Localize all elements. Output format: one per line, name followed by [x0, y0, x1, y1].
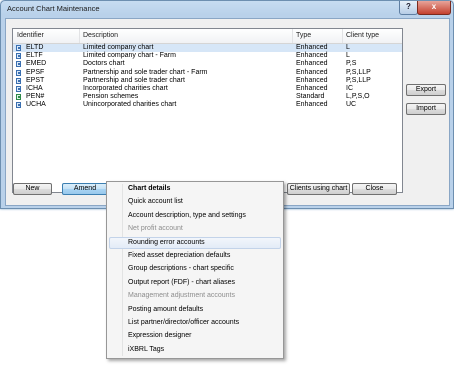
amend-button[interactable]: Amend	[62, 183, 108, 195]
menu-item-label: List partner/director/officer accounts	[128, 319, 240, 326]
menu-item[interactable]: List partner/director/officer accounts	[109, 317, 281, 329]
column-header-identifier[interactable]: Identifier	[17, 32, 44, 39]
table-row[interactable]: EPST Partnership and sole trader chart Enh…	[13, 77, 402, 85]
chart-icon	[16, 86, 21, 92]
column-header-type[interactable]: Type	[296, 32, 311, 39]
menu-item-label: Fixed asset depreciation defaults	[128, 252, 231, 259]
client-type-cell: L,P,S,O	[346, 93, 370, 101]
chart-icon	[16, 102, 21, 109]
chart-list[interactable]: Identifier Description Type Client type …	[12, 28, 403, 193]
type-cell: Enhanced	[296, 85, 328, 92]
menu-item: Management adjustment accounts	[109, 290, 281, 302]
menu-item[interactable]: Expression designer	[109, 330, 281, 342]
table-row[interactable]: EMED Doctors chart Enhanced P,S	[13, 60, 402, 68]
menu-item-label: Posting amount defaults	[128, 305, 204, 313]
client-type-cell: P,S,LLP	[346, 76, 371, 84]
menu-item-label: Management adjustment accounts	[128, 292, 236, 300]
type-cell: Enhanced	[296, 101, 328, 109]
menu-item[interactable]: Quick account list	[109, 196, 281, 208]
column-divider[interactable]	[342, 29, 343, 43]
title-bar[interactable]: Account Chart Maintenance ? x	[1, 1, 453, 17]
type-cell: Standard	[296, 93, 325, 101]
window-close-button[interactable]: x	[417, 1, 451, 15]
identifier-cell: PEN#	[26, 93, 45, 101]
menu-item-label: Expression designer	[128, 332, 192, 340]
type-cell: Enhanced	[296, 44, 328, 51]
menu-item-label: Chart details	[128, 185, 171, 192]
client-type-cell: P,S,LLP	[346, 68, 371, 76]
type-cell: Enhanced	[296, 60, 328, 68]
menu-item[interactable]: Group descriptions - chart specific	[109, 263, 281, 275]
menu-item: Net profit account	[109, 223, 281, 235]
account-chart-maintenance-window: Account Chart Maintenance ? x Identifier…	[0, 0, 454, 209]
chart-icon	[16, 45, 21, 51]
menu-item[interactable]: Output report (FDF) - chart aliases	[109, 277, 281, 289]
table-row[interactable]: PEN# Pension schemes Standard L,P,S,O	[13, 93, 402, 101]
menu-item-label: Quick account list	[128, 198, 183, 206]
menu-item-label: Rounding error accounts	[128, 238, 205, 246]
client-type-cell: UC	[346, 101, 357, 109]
menu-item-label: Group descriptions - chart specific	[128, 265, 234, 273]
client-type-cell: IC	[346, 85, 353, 92]
menu-item-label: Net profit account	[128, 225, 183, 233]
description-cell: Incorporated charities chart	[83, 85, 168, 92]
new-button[interactable]: New	[13, 183, 52, 195]
description-cell: Unincorporated charities chart	[83, 101, 177, 109]
chart-icon	[16, 53, 21, 60]
help-button[interactable]: ?	[399, 1, 418, 15]
identifier-cell: ELTD	[26, 44, 44, 51]
chart-icon	[16, 61, 21, 68]
list-header: Identifier Description Type Client type	[13, 29, 402, 44]
clients-using-chart-button[interactable]: Clients using chart	[287, 183, 350, 195]
description-cell: Partnership and sole trader chart	[83, 76, 185, 84]
export-button[interactable]: Export	[406, 84, 446, 96]
table-row[interactable]: ELTF Limited company chart - Farm Enhanced…	[13, 52, 402, 60]
chart-icon	[16, 69, 21, 76]
menu-item[interactable]: Posting amount defaults	[109, 304, 281, 316]
close-button[interactable]: Close	[352, 183, 397, 195]
table-row[interactable]: EPSF Partnership and sole trader chart - …	[13, 69, 402, 77]
column-divider[interactable]	[79, 29, 80, 43]
identifier-cell: EMED	[26, 60, 47, 68]
column-header-client-type[interactable]: Client type	[346, 32, 379, 39]
menu-item[interactable]: Chart details	[109, 183, 281, 195]
column-header-description[interactable]: Description	[83, 32, 118, 39]
identifier-cell: EPSF	[26, 68, 45, 76]
menu-item-label: iXBRL Tags	[128, 345, 165, 353]
table-row[interactable]: ICHA Incorporated charities chart Enhanced…	[13, 85, 402, 93]
client-type-cell: L	[346, 52, 350, 60]
amend-context-menu: Chart details Quick account list Account d…	[106, 181, 284, 359]
type-cell: Enhanced	[296, 52, 328, 60]
menu-item-label: Account description, type and settings	[128, 211, 246, 219]
description-cell: Limited company chart	[83, 44, 154, 51]
client-type-cell: L	[346, 44, 350, 51]
client-type-cell: P,S	[346, 60, 357, 68]
import-button[interactable]: Import	[406, 103, 446, 115]
identifier-cell: ICHA	[26, 85, 43, 92]
menu-item[interactable]: Account description, type and settings	[109, 210, 281, 222]
description-cell: Partnership and sole trader chart - Farm	[83, 68, 208, 76]
menu-item[interactable]: Fixed asset depreciation defaults	[109, 250, 281, 262]
identifier-cell: UCHA	[26, 101, 46, 109]
type-cell: Enhanced	[296, 68, 328, 76]
window-title: Account Chart Maintenance	[7, 4, 100, 13]
menu-item[interactable]: Rounding error accounts	[109, 236, 281, 249]
chart-icon	[16, 77, 21, 84]
menu-item-label: Output report (FDF) - chart aliases	[128, 278, 235, 286]
menu-item[interactable]: iXBRL Tags	[109, 344, 281, 356]
identifier-cell: EPST	[26, 76, 45, 84]
column-divider[interactable]	[292, 29, 293, 43]
type-cell: Enhanced	[296, 76, 328, 84]
description-cell: Pension schemes	[83, 93, 139, 101]
dialog-body: Identifier Description Type Client type …	[5, 18, 450, 206]
standard-chart-icon	[16, 94, 21, 101]
table-row[interactable]: UCHA Unincorporated charities chart Enhanc…	[13, 101, 402, 109]
identifier-cell: ELTF	[26, 52, 43, 60]
description-cell: Limited company chart - Farm	[83, 52, 176, 60]
table-row[interactable]: ELTD Limited company chart Enhanced L	[13, 44, 402, 52]
description-cell: Doctors chart	[83, 60, 125, 68]
